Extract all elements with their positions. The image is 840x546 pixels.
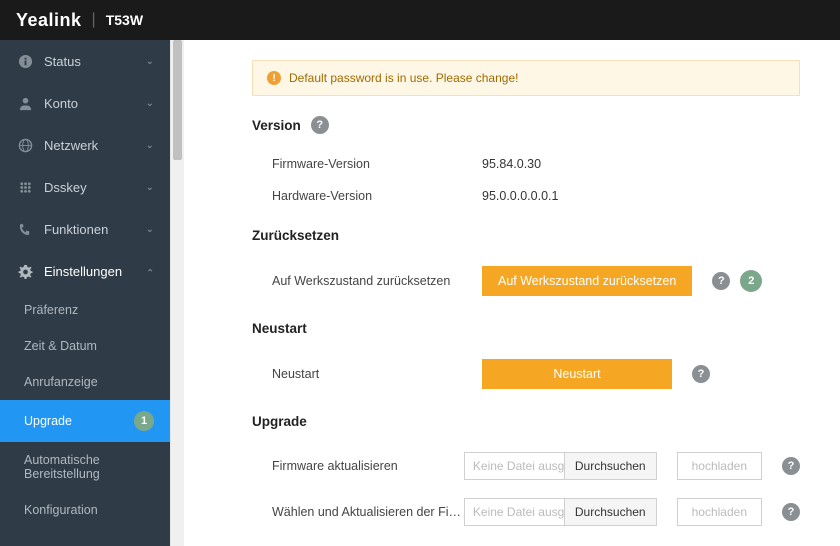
chevron-down-icon: ⌄ bbox=[146, 140, 154, 151]
sidebar-item-netzwerk[interactable]: Netzwerk ⌄ bbox=[0, 124, 170, 166]
firmware-version-value: 95.84.0.30 bbox=[482, 157, 541, 171]
sidebar-scrollbar[interactable] bbox=[170, 40, 184, 546]
select-file-input[interactable]: Keine Datei ausg Durchsuchen bbox=[464, 498, 657, 526]
section-title-text: Version bbox=[252, 118, 301, 133]
chevron-down-icon: ⌄ bbox=[146, 182, 154, 193]
browse-button[interactable]: Durchsuchen bbox=[565, 453, 656, 479]
section-restart-title: Neustart bbox=[252, 321, 800, 336]
keypad-icon bbox=[16, 178, 34, 196]
restart-label: Neustart bbox=[272, 367, 482, 381]
sidebar-sub-konfiguration[interactable]: Konfiguration bbox=[0, 492, 170, 528]
file-placeholder: Keine Datei ausg bbox=[465, 453, 565, 479]
help-icon[interactable]: ? bbox=[692, 365, 710, 383]
sidebar-sub-upgrade[interactable]: Upgrade 1 bbox=[0, 400, 170, 442]
brand-divider: | bbox=[92, 11, 96, 29]
section-upgrade-title: Upgrade bbox=[252, 414, 800, 429]
chevron-up-icon: ⌄ bbox=[146, 266, 154, 277]
phone-icon bbox=[16, 220, 34, 238]
sidebar-label: Status bbox=[44, 54, 81, 69]
sidebar-label: Netzwerk bbox=[44, 138, 98, 153]
restart-button[interactable]: Neustart bbox=[482, 359, 672, 389]
upload-button[interactable]: hochladen bbox=[677, 498, 762, 526]
sidebar-item-einstellungen[interactable]: Einstellungen ⌄ bbox=[0, 250, 170, 292]
top-bar: Yealink | T53W bbox=[0, 0, 840, 40]
step-badge-1: 1 bbox=[134, 411, 154, 431]
main-content: ! Default password is in use. Please cha… bbox=[184, 40, 840, 546]
user-icon bbox=[16, 94, 34, 112]
help-icon[interactable]: ? bbox=[311, 116, 329, 134]
row-factory-reset: Auf Werkszustand zurücksetzen Auf Werksz… bbox=[252, 257, 800, 305]
password-alert: ! Default password is in use. Please cha… bbox=[252, 60, 800, 96]
sidebar-item-status[interactable]: Status ⌄ bbox=[0, 40, 170, 82]
section-reset-title: Zurücksetzen bbox=[252, 228, 800, 243]
firmware-update-label: Firmware aktualisieren bbox=[272, 459, 464, 473]
factory-reset-button[interactable]: Auf Werkszustand zurücksetzen bbox=[482, 266, 692, 296]
help-icon[interactable]: ? bbox=[712, 272, 730, 290]
firmware-version-label: Firmware-Version bbox=[272, 157, 482, 171]
sidebar-label: Dsskey bbox=[44, 180, 87, 195]
row-select-update: Wählen und Aktualisieren der Firmware de… bbox=[252, 489, 800, 535]
info-icon bbox=[16, 52, 34, 70]
sidebar-sub-label: Upgrade bbox=[24, 414, 72, 428]
row-firmware-version: Firmware-Version 95.84.0.30 bbox=[252, 148, 800, 180]
chevron-down-icon: ⌄ bbox=[146, 224, 154, 235]
sidebar-item-funktionen[interactable]: Funktionen ⌄ bbox=[0, 208, 170, 250]
alert-text: Default password is in use. Please chang… bbox=[289, 71, 518, 85]
browse-button[interactable]: Durchsuchen bbox=[565, 499, 656, 525]
row-restart: Neustart Neustart ? bbox=[252, 350, 800, 398]
globe-icon bbox=[16, 136, 34, 154]
scrollbar-thumb[interactable] bbox=[173, 40, 182, 160]
sidebar-sub-auto-bereitstellung[interactable]: Automatische Bereitstellung bbox=[0, 442, 170, 492]
sidebar-label: Einstellungen bbox=[44, 264, 122, 279]
warning-icon: ! bbox=[267, 71, 281, 85]
hardware-version-label: Hardware-Version bbox=[272, 189, 482, 203]
step-badge-2: 2 bbox=[740, 270, 762, 292]
help-icon[interactable]: ? bbox=[782, 457, 800, 475]
sidebar-item-konto[interactable]: Konto ⌄ bbox=[0, 82, 170, 124]
chevron-down-icon: ⌄ bbox=[146, 98, 154, 109]
sidebar: Status ⌄ Konto ⌄ Netzwerk ⌄ Dsskey ⌄ Fun… bbox=[0, 40, 170, 546]
file-placeholder: Keine Datei ausg bbox=[465, 499, 565, 525]
select-update-label: Wählen und Aktualisieren der Firmware de… bbox=[272, 505, 464, 519]
help-icon[interactable]: ? bbox=[782, 503, 800, 521]
sidebar-sub-anrufanzeige[interactable]: Anrufanzeige bbox=[0, 364, 170, 400]
gear-icon bbox=[16, 262, 34, 280]
row-firmware-update: Firmware aktualisieren Keine Datei ausg … bbox=[252, 443, 800, 489]
upload-button[interactable]: hochladen bbox=[677, 452, 762, 480]
sidebar-label: Konto bbox=[44, 96, 78, 111]
section-version-title: Version ? bbox=[252, 116, 800, 134]
model-label: T53W bbox=[106, 12, 143, 28]
sidebar-label: Funktionen bbox=[44, 222, 108, 237]
factory-reset-label: Auf Werkszustand zurücksetzen bbox=[272, 274, 482, 288]
sidebar-item-dsskey[interactable]: Dsskey ⌄ bbox=[0, 166, 170, 208]
sidebar-sub-praeferenz[interactable]: Präferenz bbox=[0, 292, 170, 328]
chevron-down-icon: ⌄ bbox=[146, 56, 154, 67]
row-hardware-version: Hardware-Version 95.0.0.0.0.0.1 bbox=[252, 180, 800, 212]
firmware-file-input[interactable]: Keine Datei ausg Durchsuchen bbox=[464, 452, 657, 480]
hardware-version-value: 95.0.0.0.0.0.1 bbox=[482, 189, 558, 203]
sidebar-sub-zeit-datum[interactable]: Zeit & Datum bbox=[0, 328, 170, 364]
brand-logo: Yealink bbox=[16, 10, 82, 31]
